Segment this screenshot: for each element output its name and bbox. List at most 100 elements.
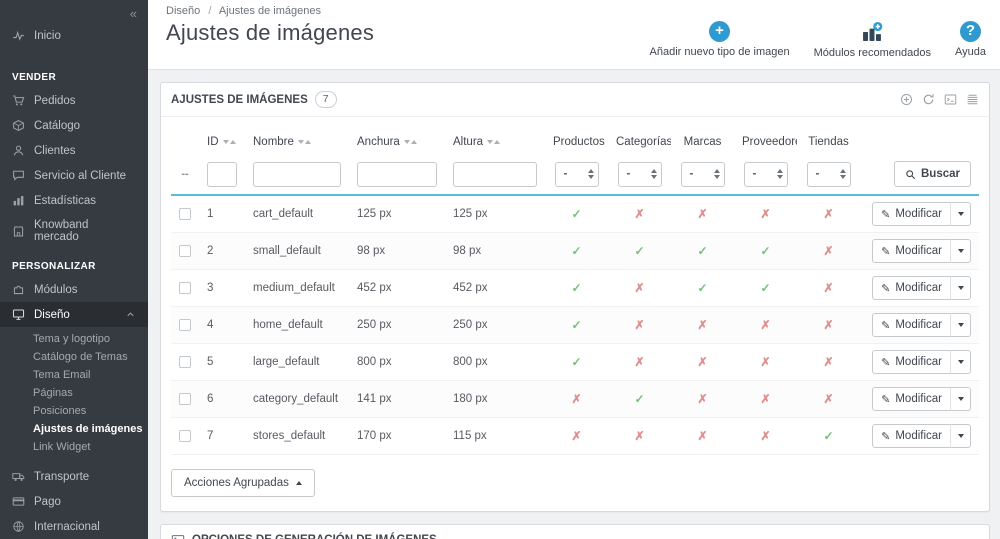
filter-nombre-input[interactable] <box>253 162 341 187</box>
check-icon: ✓ <box>760 244 770 258</box>
sidebar-subitem-ajustes-de-imagenes[interactable]: Ajustes de imágenes <box>0 420 148 438</box>
content-area: AJUSTES DE IMÁGENES 7 IDNombreAnchuraAlt… <box>148 70 1000 539</box>
sidebar-item-knowband-mercado[interactable]: Knowband mercado <box>0 213 148 249</box>
sidebar-subitem-link-widget[interactable]: Link Widget <box>0 438 148 456</box>
chat-icon <box>12 169 25 182</box>
refresh-icon[interactable] <box>922 93 935 106</box>
filter-proveedores-select[interactable]: - <box>744 162 788 187</box>
sidebar-section-title: VENDER <box>0 60 148 88</box>
breadcrumb-parent[interactable]: Diseño <box>166 5 200 17</box>
filter-categorias-select[interactable]: - <box>618 162 662 187</box>
sort-icon[interactable] <box>404 140 417 144</box>
row-checkbox[interactable] <box>179 282 191 294</box>
row-checkbox[interactable] <box>179 208 191 220</box>
sidebar-nav: Inicio VENDERPedidosCatálogoClientesServi… <box>0 23 148 539</box>
filter-tiendas-select[interactable]: - <box>807 162 851 187</box>
sort-icon[interactable] <box>298 140 311 144</box>
breadcrumb-current: Ajustes de imágenes <box>219 5 321 17</box>
modify-button[interactable]: ✎Modificar <box>872 239 951 263</box>
stepper-arrows-icon <box>651 169 657 179</box>
sidebar-collapse-button[interactable]: « <box>0 2 148 23</box>
cross-icon: ✗ <box>823 244 833 258</box>
sidebar-subitem-paginas[interactable]: Páginas <box>0 384 148 402</box>
row-checkbox[interactable] <box>179 393 191 405</box>
recommended-modules-button[interactable]: Módulos recomendados <box>814 21 931 59</box>
sidebar-subitem-catalogo-de-temas[interactable]: Catálogo de Temas <box>0 348 148 366</box>
row-checkbox[interactable] <box>179 430 191 442</box>
grouped-actions-button[interactable]: Acciones Agrupadas <box>171 469 315 497</box>
sidebar-item-pago[interactable]: Pago <box>0 489 148 514</box>
add-image-type-button[interactable]: + Añadir nuevo tipo de imagen <box>650 21 790 59</box>
cell-width: 800 px <box>349 344 445 381</box>
modify-dropdown-toggle[interactable] <box>950 202 971 226</box>
sidebar-item-clientes[interactable]: Clientes <box>0 138 148 163</box>
caret-down-icon <box>958 286 964 290</box>
pencil-icon: ✎ <box>881 245 890 258</box>
cart-icon <box>12 94 25 107</box>
search-icon <box>905 169 916 180</box>
cell-width: 98 px <box>349 233 445 270</box>
search-button[interactable]: Buscar <box>894 161 971 187</box>
column-header-id[interactable]: ID <box>199 127 245 157</box>
sidebar-item-diseno[interactable]: Diseño <box>0 302 148 327</box>
filter-productos-select[interactable]: - <box>555 162 599 187</box>
table-row: 6category_default141 px180 px✗✓✗✗✗✎Modif… <box>171 381 979 418</box>
modify-button[interactable]: ✎Modificar <box>872 387 951 411</box>
column-header-altura[interactable]: Altura <box>445 127 545 157</box>
cell-height: 180 px <box>445 381 545 418</box>
modify-button[interactable]: ✎Modificar <box>872 202 951 226</box>
modules-icon <box>861 21 883 43</box>
modify-button[interactable]: ✎Modificar <box>872 350 951 374</box>
image-settings-panel-body: IDNombreAnchuraAlturaProductosCategorías… <box>161 117 989 511</box>
sidebar-item-pedidos[interactable]: Pedidos <box>0 88 148 113</box>
stack-icon[interactable] <box>966 93 979 106</box>
check-icon: ✓ <box>697 244 707 258</box>
select-value: - <box>753 168 757 180</box>
modify-dropdown-toggle[interactable] <box>950 350 971 374</box>
cell-name: stores_default <box>245 418 349 455</box>
table-row: 5large_default800 px800 px✓✗✗✗✗✎Modifica… <box>171 344 979 381</box>
terminal-icon[interactable] <box>944 93 957 106</box>
column-header-tiendas: Tiendas <box>797 127 860 157</box>
sidebar-subitem-posiciones[interactable]: Posiciones <box>0 402 148 420</box>
modify-dropdown-toggle[interactable] <box>950 239 971 263</box>
filter-id-input[interactable] <box>207 162 237 187</box>
column-label: Productos <box>553 136 605 148</box>
modify-dropdown-toggle[interactable] <box>950 424 971 448</box>
check-icon: ✓ <box>760 281 770 295</box>
filter-anchura-input[interactable] <box>357 162 437 187</box>
sidebar-subitem-tema-email[interactable]: Tema Email <box>0 366 148 384</box>
modify-button[interactable]: ✎Modificar <box>872 313 951 337</box>
modify-button[interactable]: ✎Modificar <box>872 424 951 448</box>
cross-icon: ✗ <box>760 429 770 443</box>
breadcrumb-separator: / <box>208 5 211 17</box>
sidebar-item-label: Knowband mercado <box>34 219 136 243</box>
add-icon[interactable] <box>900 93 913 106</box>
help-button[interactable]: ? Ayuda <box>955 21 986 59</box>
column-header-nombre[interactable]: Nombre <box>245 127 349 157</box>
sidebar-item-servicio-al-cliente[interactable]: Servicio al Cliente <box>0 163 148 188</box>
sidebar-subitem-tema-y-logotipo[interactable]: Tema y logotipo <box>0 330 148 348</box>
modify-label: Modificar <box>895 319 942 331</box>
filter-altura-input[interactable] <box>453 162 537 187</box>
row-checkbox[interactable] <box>179 356 191 368</box>
filter-marcas-select[interactable]: - <box>681 162 725 187</box>
sidebar-item-internacional[interactable]: Internacional <box>0 514 148 539</box>
cell-name: cart_default <box>245 195 349 233</box>
sort-icon[interactable] <box>487 140 500 144</box>
row-checkbox[interactable] <box>179 319 191 331</box>
row-checkbox[interactable] <box>179 245 191 257</box>
column-header-proveedores: Proveedores <box>734 127 797 157</box>
sidebar-item-estadisticas[interactable]: Estadísticas <box>0 188 148 213</box>
modify-button[interactable]: ✎Modificar <box>872 276 951 300</box>
sort-icon[interactable] <box>223 140 236 144</box>
column-header-anchura[interactable]: Anchura <box>349 127 445 157</box>
sidebar-item-catalogo[interactable]: Catálogo <box>0 113 148 138</box>
modify-dropdown-toggle[interactable] <box>950 387 971 411</box>
sidebar-item-transporte[interactable]: Transporte <box>0 464 148 489</box>
sidebar-item-modulos[interactable]: Módulos <box>0 277 148 302</box>
sidebar-item-inicio[interactable]: Inicio <box>0 23 148 48</box>
modify-dropdown-toggle[interactable] <box>950 313 971 337</box>
select-value: - <box>690 168 694 180</box>
modify-dropdown-toggle[interactable] <box>950 276 971 300</box>
